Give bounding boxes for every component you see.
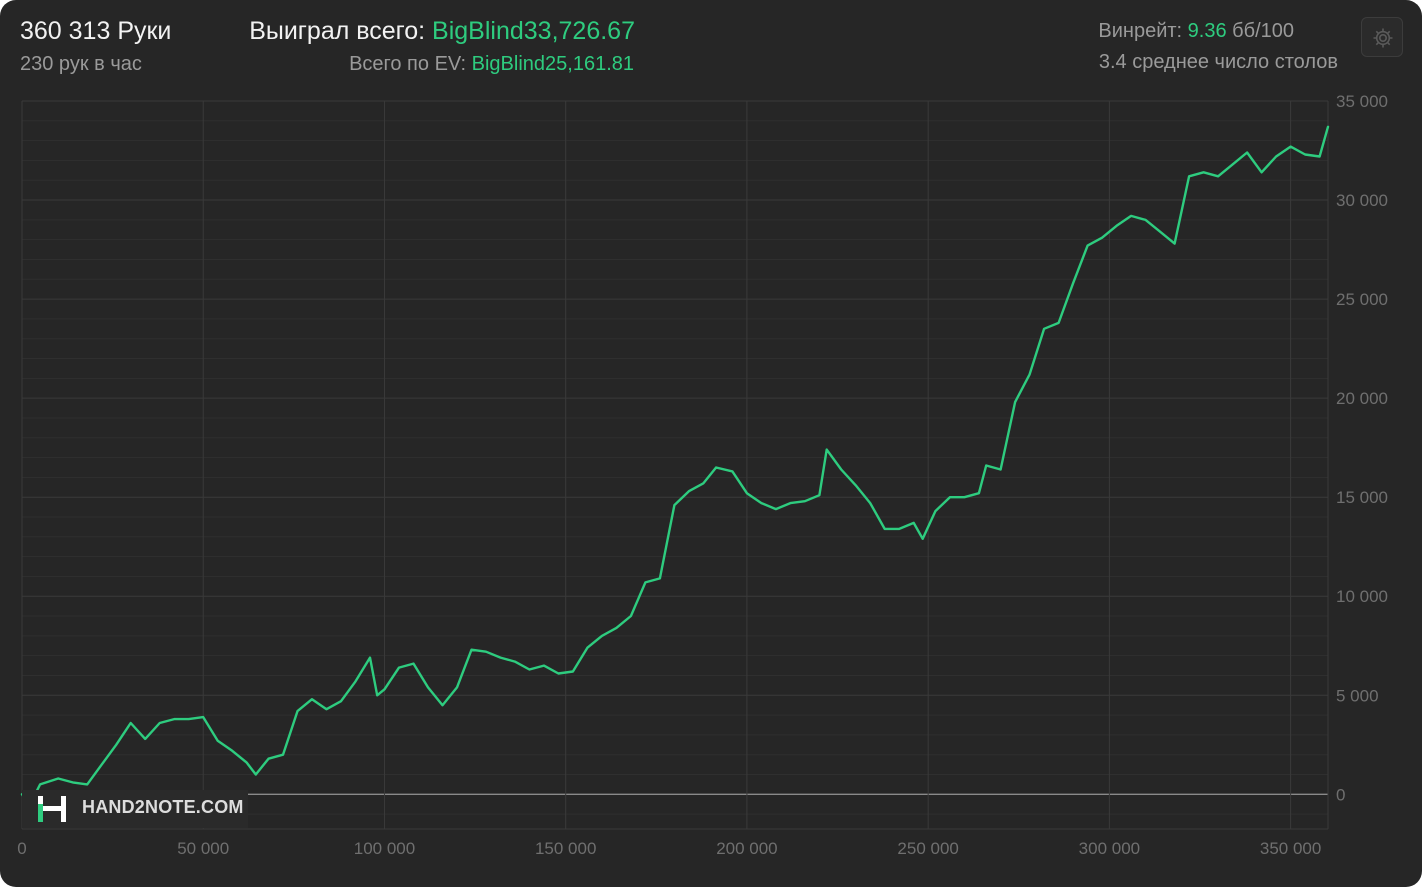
- hand2note-logo[interactable]: HAND2NOTE.COM: [22, 790, 248, 828]
- x-tick-label: 0: [17, 839, 26, 858]
- x-tick-label: 250 000: [897, 839, 958, 858]
- ev-total: Всего по EV: BigBlind25,161.81: [349, 53, 634, 76]
- ev-total-label: Всего по EV:: [349, 53, 467, 75]
- y-tick-label: 35 000: [1336, 92, 1388, 111]
- series-layer: [20, 125, 1330, 808]
- y-tick-label: 10 000: [1336, 587, 1388, 606]
- y-tick-label: 5 000: [1336, 686, 1379, 705]
- x-tick-label: 150 000: [535, 839, 596, 858]
- settings-button[interactable]: [1361, 17, 1403, 57]
- winrate: Винрейт: 9.36 бб/100: [1098, 20, 1294, 43]
- x-tick-label: 50 000: [177, 839, 229, 858]
- won-total: Выиграл всего: BigBlind33,726.67: [249, 17, 635, 46]
- y-tick-label: 20 000: [1336, 389, 1388, 408]
- y-tick-label: 15 000: [1336, 488, 1388, 507]
- won-total-label: Выиграл всего:: [249, 17, 426, 45]
- hands-per-hour: 230 рук в час: [20, 53, 142, 75]
- avg-tables: 3.4 среднее число столов: [1098, 51, 1338, 73]
- gear-icon: [1373, 28, 1393, 48]
- winrate-unit: бб/100: [1232, 20, 1294, 42]
- chart-panel: 0 5 000 10 000 15 000 20 000 25 000 30 000 35 0…: [0, 0, 1422, 887]
- y-tick-label: 30 000: [1336, 191, 1388, 210]
- x-tick-label: 350 000: [1260, 839, 1321, 858]
- y-tick-label: 0: [1336, 785, 1345, 804]
- hands-count: 360 313 Руки: [20, 17, 172, 45]
- winnings-line: [20, 125, 1330, 808]
- x-tick-label: 100 000: [354, 839, 415, 858]
- winnings-chart: 0 5 000 10 000 15 000 20 000 25 000 30 000 35 0…: [17, 92, 1388, 858]
- winrate-value: 9.36: [1187, 20, 1227, 42]
- won-total-value: BigBlind33,726.67: [432, 17, 635, 45]
- hand2note-logo-icon: [38, 796, 66, 822]
- x-tick-label: 200 000: [716, 839, 777, 858]
- logo-text: HAND2NOTE.COM: [82, 797, 244, 817]
- grid-lines: [21, 100, 1329, 830]
- winrate-label: Винрейт:: [1098, 20, 1183, 42]
- x-tick-label: 300 000: [1079, 839, 1140, 858]
- ev-total-value: BigBlind25,161.81: [471, 53, 634, 75]
- y-tick-label: 25 000: [1336, 290, 1388, 309]
